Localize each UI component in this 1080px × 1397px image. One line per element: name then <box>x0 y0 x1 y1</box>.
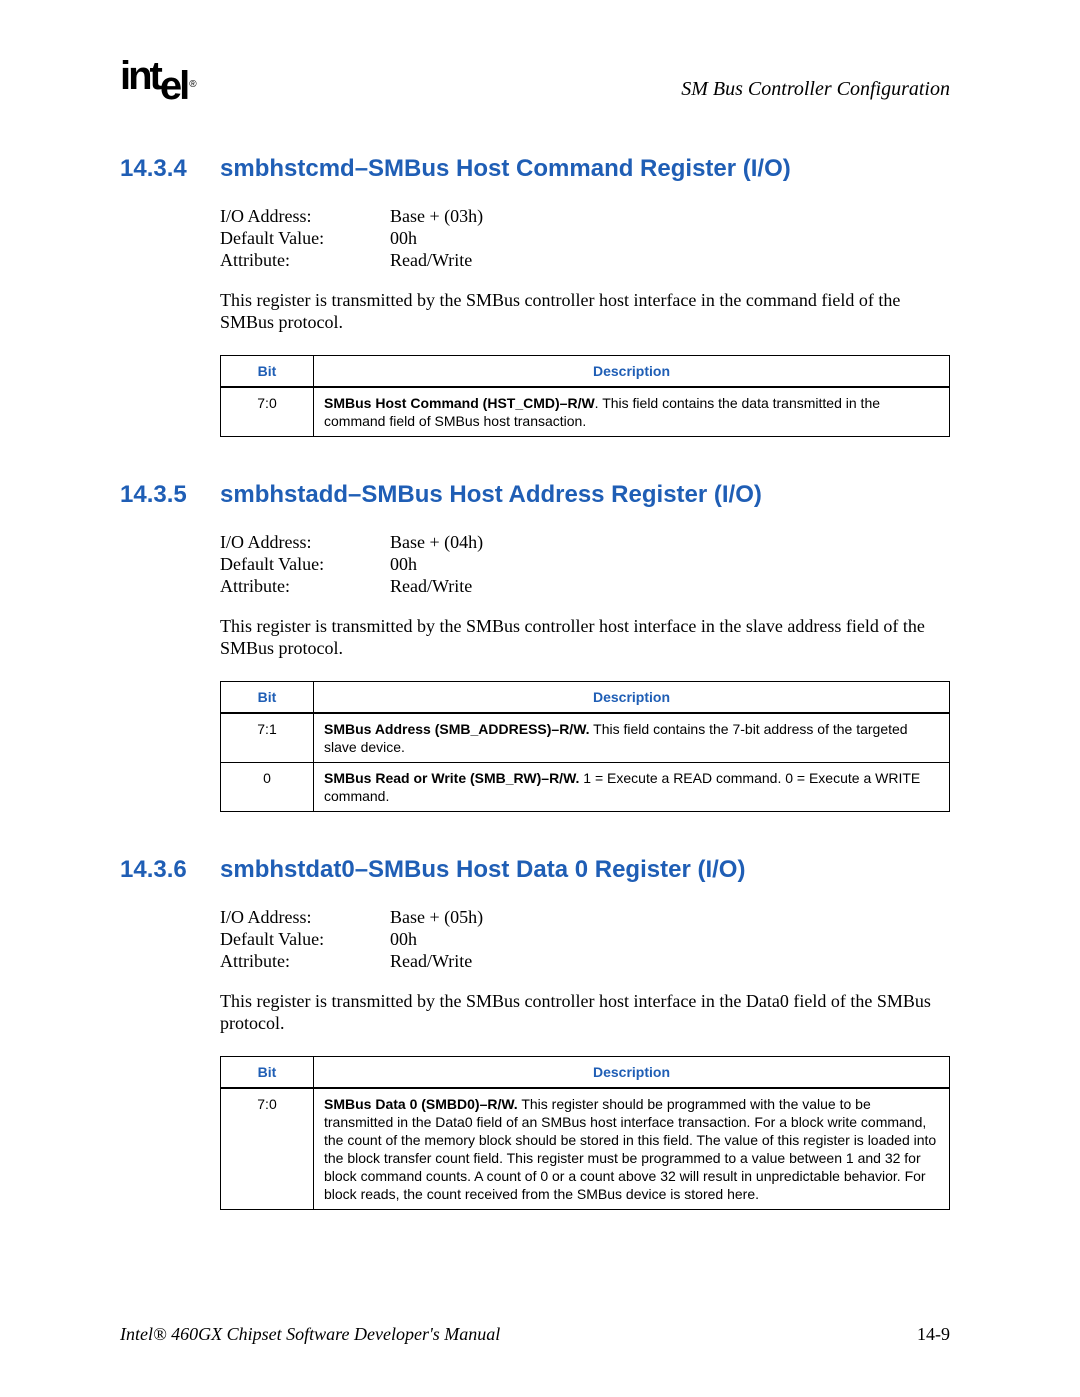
attr-row: I/O Address:Base + (05h) <box>220 906 950 928</box>
cell-desc: SMBus Address (SMB_ADDRESS)–R/W. This fi… <box>314 713 950 763</box>
logo-registered: ® <box>189 79 193 90</box>
footer-page-number: 14-9 <box>917 1324 950 1345</box>
section-paragraph: This register is transmitted by the SMBu… <box>220 615 950 659</box>
footer-manual-title: Intel® 460GX Chipset Software Developer'… <box>120 1324 500 1345</box>
section-paragraph: This register is transmitted by the SMBu… <box>220 289 950 333</box>
register-table: Bit Description 7:0 SMBus Data 0 (SMBD0)… <box>220 1056 950 1210</box>
desc-bold: SMBus Host Command (HST_CMD)–R/W <box>324 395 595 411</box>
register-table: Bit Description 7:0 SMBus Host Command (… <box>220 355 950 437</box>
attr-value: Read/Write <box>390 249 472 271</box>
section-body: I/O Address:Base + (04h) Default Value:0… <box>220 531 950 812</box>
attr-label: Attribute: <box>220 249 390 271</box>
section-title: smbhstadd–SMBus Host Address Register (I… <box>220 481 950 509</box>
section-heading-14-3-4: 14.3.4 smbhstcmd–SMBus Host Command Regi… <box>120 155 950 183</box>
attr-value: Read/Write <box>390 950 472 972</box>
section-paragraph: This register is transmitted by the SMBu… <box>220 990 950 1034</box>
section-body: I/O Address:Base + (05h) Default Value:0… <box>220 906 950 1210</box>
cell-desc: SMBus Read or Write (SMB_RW)–R/W. 1 = Ex… <box>314 763 950 812</box>
page-header: intel® SM Bus Controller Configuration <box>120 60 950 105</box>
attr-value: 00h <box>390 928 417 950</box>
attr-label: I/O Address: <box>220 531 390 553</box>
col-header-bit: Bit <box>221 1057 314 1089</box>
attr-label: Default Value: <box>220 227 390 249</box>
attr-label: I/O Address: <box>220 205 390 227</box>
col-header-desc: Description <box>314 682 950 714</box>
section-number: 14.3.6 <box>120 856 220 884</box>
attr-value: 00h <box>390 553 417 575</box>
section-number: 14.3.5 <box>120 481 220 509</box>
table-header-row: Bit Description <box>221 356 950 388</box>
attr-label: Attribute: <box>220 575 390 597</box>
attr-row: Default Value:00h <box>220 227 950 249</box>
cell-bit: 7:0 <box>221 387 314 437</box>
desc-bold: SMBus Read or Write (SMB_RW)–R/W. <box>324 770 579 786</box>
attr-label: Attribute: <box>220 950 390 972</box>
attr-value: Base + (05h) <box>390 906 483 928</box>
section-title: smbhstdat0–SMBus Host Data 0 Register (I… <box>220 856 950 884</box>
attr-row: Attribute:Read/Write <box>220 575 950 597</box>
logo-suffix: el <box>160 64 187 109</box>
cell-desc: SMBus Data 0 (SMBD0)–R/W. This register … <box>314 1088 950 1210</box>
logo-prefix: int <box>120 54 160 98</box>
attr-value: 00h <box>390 227 417 249</box>
table-row: 0 SMBus Read or Write (SMB_RW)–R/W. 1 = … <box>221 763 950 812</box>
attr-row: I/O Address:Base + (04h) <box>220 531 950 553</box>
col-header-bit: Bit <box>221 682 314 714</box>
table-row: 7:0 SMBus Data 0 (SMBD0)–R/W. This regis… <box>221 1088 950 1210</box>
section-heading-14-3-6: 14.3.6 smbhstdat0–SMBus Host Data 0 Regi… <box>120 856 950 884</box>
desc-bold: SMBus Data 0 (SMBD0)–R/W. <box>324 1096 518 1112</box>
section-title: smbhstcmd–SMBus Host Command Register (I… <box>220 155 950 183</box>
cell-bit: 7:1 <box>221 713 314 763</box>
cell-bit: 0 <box>221 763 314 812</box>
col-header-desc: Description <box>314 356 950 388</box>
section-heading-14-3-5: 14.3.5 smbhstadd–SMBus Host Address Regi… <box>120 481 950 509</box>
cell-bit: 7:0 <box>221 1088 314 1210</box>
intel-logo: intel® <box>120 54 192 99</box>
register-table: Bit Description 7:1 SMBus Address (SMB_A… <box>220 681 950 812</box>
attr-row: Attribute:Read/Write <box>220 249 950 271</box>
desc-bold: SMBus Address (SMB_ADDRESS)–R/W. <box>324 721 590 737</box>
attr-value: Base + (04h) <box>390 531 483 553</box>
attr-row: Default Value:00h <box>220 553 950 575</box>
attr-row: I/O Address:Base + (03h) <box>220 205 950 227</box>
attr-row: Attribute:Read/Write <box>220 950 950 972</box>
attr-row: Default Value:00h <box>220 928 950 950</box>
col-header-bit: Bit <box>221 356 314 388</box>
chapter-title: SM Bus Controller Configuration <box>681 60 950 101</box>
attr-label: Default Value: <box>220 553 390 575</box>
table-row: 7:0 SMBus Host Command (HST_CMD)–R/W. Th… <box>221 387 950 437</box>
attr-label: I/O Address: <box>220 906 390 928</box>
attr-value: Base + (03h) <box>390 205 483 227</box>
attr-label: Default Value: <box>220 928 390 950</box>
page-footer: Intel® 460GX Chipset Software Developer'… <box>120 1324 950 1345</box>
table-header-row: Bit Description <box>221 682 950 714</box>
table-row: 7:1 SMBus Address (SMB_ADDRESS)–R/W. Thi… <box>221 713 950 763</box>
table-header-row: Bit Description <box>221 1057 950 1089</box>
section-body: I/O Address:Base + (03h) Default Value:0… <box>220 205 950 437</box>
col-header-desc: Description <box>314 1057 950 1089</box>
cell-desc: SMBus Host Command (HST_CMD)–R/W. This f… <box>314 387 950 437</box>
section-number: 14.3.4 <box>120 155 220 183</box>
attr-value: Read/Write <box>390 575 472 597</box>
